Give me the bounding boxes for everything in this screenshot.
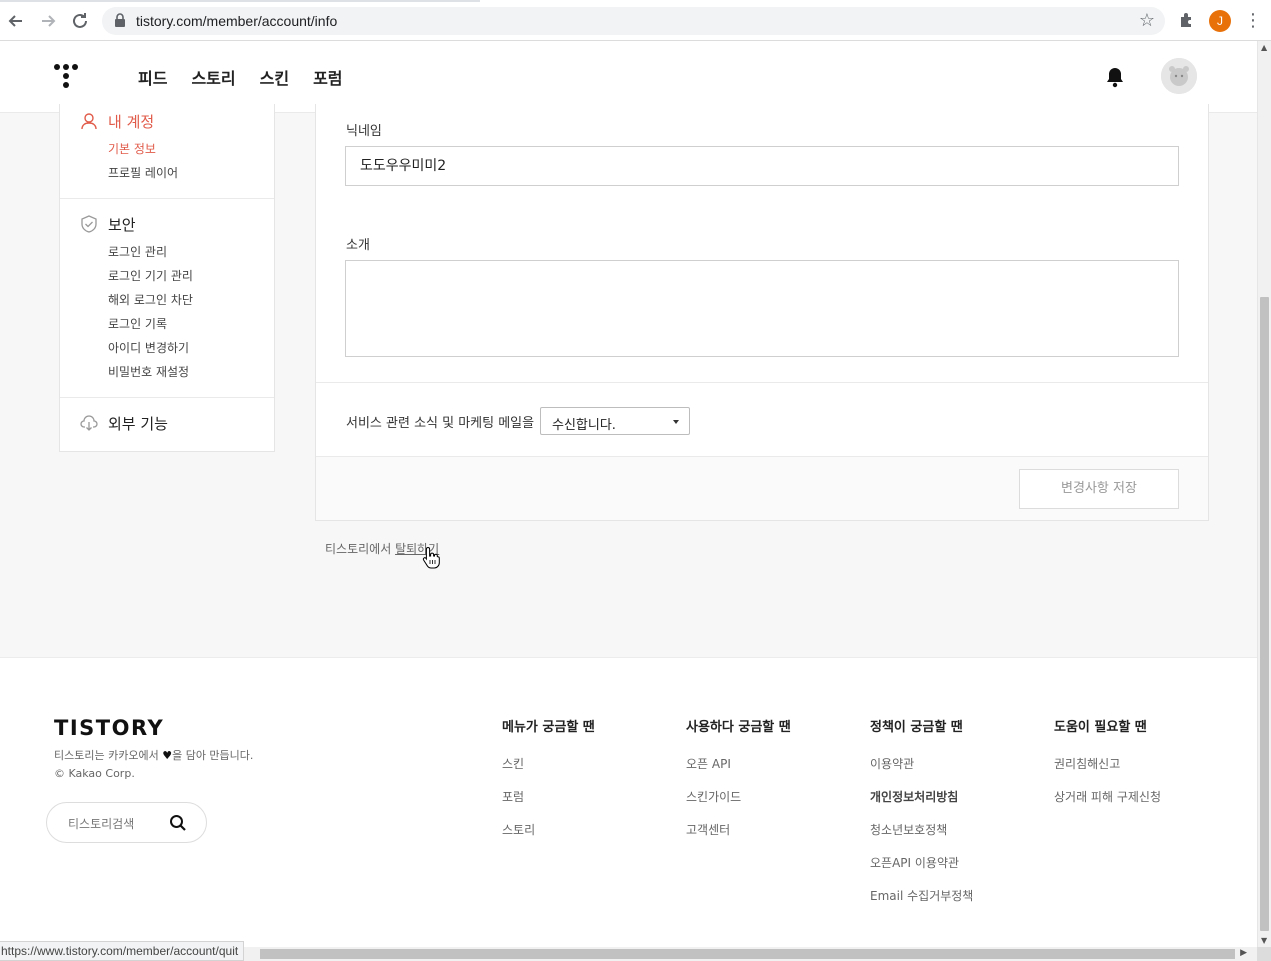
scroll-up-icon[interactable]: ▲ (1261, 43, 1267, 52)
footer-link-skin[interactable]: 스킨 (502, 755, 595, 772)
footer-link-terms[interactable]: 이용약관 (870, 755, 973, 772)
sidebar-title-security[interactable]: 보안 (108, 214, 136, 235)
user-avatar[interactable] (1161, 58, 1197, 94)
site-footer: TISTORY 티스토리는 카카오에서 ♥을 담아 만듭니다. © Kakao … (0, 657, 1257, 947)
lock-icon (115, 13, 125, 27)
sidebar-item-profile-layer[interactable]: 프로필 레이어 (108, 164, 178, 181)
browser-menu-icon[interactable]: ⋮ (1244, 10, 1262, 32)
scroll-right-icon[interactable]: ▶ (1240, 948, 1247, 958)
nav-story[interactable]: 스토리 (191, 65, 235, 89)
save-changes-button[interactable]: 변경사항 저장 (1019, 469, 1179, 509)
intro-label: 소개 (346, 238, 370, 253)
sidebar-item-login-manage[interactable]: 로그인 관리 (108, 243, 167, 260)
sidebar-group-account: 내 계정 기본 정보 프로필 레이어 (60, 104, 274, 199)
footer-link-skin-guide[interactable]: 스킨가이드 (686, 788, 791, 805)
sidebar-item-basic-info[interactable]: 기본 정보 (108, 140, 156, 157)
browser-profile-avatar[interactable]: J (1209, 10, 1231, 32)
footer-link-youth[interactable]: 청소년보호정책 (870, 821, 973, 838)
vertical-scrollbar[interactable]: ▲ ▼ (1257, 41, 1271, 947)
footer-col-help: 도움이 필요할 땐 권리침해신고 상거래 피해 구제신청 (1054, 720, 1161, 805)
footer-search[interactable]: 티스토리검색 (46, 802, 207, 843)
sidebar-item-reset-password[interactable]: 비밀번호 재설정 (108, 363, 189, 380)
footer-col-menu: 메뉴가 궁금할 땐 스킨 포럼 스토리 (502, 720, 595, 838)
extensions-puzzle-icon[interactable] (1178, 11, 1196, 29)
nickname-label: 닉네임 (346, 124, 382, 139)
user-icon (81, 113, 97, 130)
sidebar-title-external[interactable]: 외부 기능 (108, 413, 168, 434)
footer-link-commerce-relief[interactable]: 상거래 피해 구제신청 (1054, 788, 1161, 805)
hand-cursor-icon (422, 546, 440, 569)
footer-col-usage: 사용하다 궁금할 땐 오픈 API 스킨가이드 고객센터 (686, 720, 791, 838)
marketing-mail-label: 서비스 관련 소식 및 마케팅 메일을 (346, 416, 535, 431)
intro-textarea[interactable] (345, 260, 1179, 357)
tistory-logo-icon[interactable] (53, 63, 79, 91)
nav-feed[interactable]: 피드 (138, 65, 167, 89)
sidebar-group-external: 외부 기능 (60, 398, 274, 450)
quit-prefix: 티스토리에서 (325, 542, 396, 556)
shield-icon (81, 215, 97, 233)
footer-col-policy: 정책이 궁금할 땐 이용약관 개인정보처리방침 청소년보호정책 오픈API 이용… (870, 720, 974, 904)
forward-icon[interactable] (37, 10, 59, 32)
footer-link-api-terms[interactable]: 오픈API 이용약관 (870, 854, 973, 871)
browser-toolbar: tistory.com/member/account/info ☆ J ⋮ (0, 0, 1271, 41)
sidebar-item-login-devices[interactable]: 로그인 기기 관리 (108, 267, 193, 284)
footer-link-forum[interactable]: 포럼 (502, 788, 595, 805)
footer-link-open-api[interactable]: 오픈 API (686, 755, 791, 772)
address-bar[interactable]: tistory.com/member/account/info ☆ (102, 7, 1165, 35)
search-icon[interactable] (169, 814, 187, 832)
nav-skin[interactable]: 스킨 (260, 65, 289, 89)
footer-copyright: © Kakao Corp. (54, 767, 135, 780)
nickname-input[interactable]: 도도우우미미2 (345, 146, 1179, 186)
footer-description: 티스토리는 카카오에서 ♥을 담아 만듭니다. © Kakao Corp. (54, 749, 254, 780)
footer-logo[interactable]: TISTORY (54, 716, 164, 740)
horizontal-scroll-thumb[interactable] (260, 949, 1235, 959)
marketing-mail-selected: 수신합니다. (552, 418, 616, 433)
sidebar-item-overseas-block[interactable]: 해외 로그인 차단 (108, 291, 193, 308)
vertical-scroll-thumb[interactable] (1260, 297, 1269, 931)
reload-icon[interactable] (69, 10, 91, 32)
heart-icon: ♥ (162, 749, 173, 762)
footer-link-privacy[interactable]: 개인정보처리방침 (870, 788, 973, 805)
status-bar-url: https://www.tistory.com/member/account/q… (0, 941, 245, 961)
sidebar-group-security: 보안 로그인 관리 로그인 기기 관리 해외 로그인 차단 로그인 기록 아이디… (60, 199, 274, 398)
scroll-down-icon[interactable]: ▼ (1261, 936, 1267, 945)
marketing-mail-select[interactable]: 수신합니다. (540, 407, 690, 435)
account-info-form: 닉네임 도도우우미미2 소개 서비스 관련 소식 및 마케팅 메일을 수신합니다… (315, 104, 1209, 521)
footer-link-email-refuse[interactable]: Email 수집거부정책 (870, 887, 973, 904)
sidebar-item-change-id[interactable]: 아이디 변경하기 (108, 339, 189, 356)
sidebar-item-login-history[interactable]: 로그인 기록 (108, 315, 167, 332)
nav-forum[interactable]: 포럼 (313, 65, 342, 89)
back-icon[interactable] (5, 10, 27, 32)
cloud-download-icon (80, 415, 98, 431)
footer-search-input[interactable]: 티스토리검색 (68, 815, 134, 832)
footer-link-rights-report[interactable]: 권리침해신고 (1054, 755, 1161, 772)
chevron-down-icon (673, 420, 679, 424)
footer-link-story[interactable]: 스토리 (502, 821, 595, 838)
account-sidebar: 내 계정 기본 정보 프로필 레이어 보안 로그인 관리 로그인 기기 관리 해… (59, 104, 275, 452)
address-url: tistory.com/member/account/info (136, 13, 338, 29)
notification-bell-icon[interactable] (1104, 65, 1126, 89)
sidebar-title-account[interactable]: 내 계정 (108, 111, 154, 132)
bookmark-star-icon[interactable]: ☆ (1139, 10, 1155, 31)
form-footer: 변경사항 저장 (316, 456, 1208, 520)
footer-link-support[interactable]: 고객센터 (686, 821, 791, 838)
site-header: 피드 스토리 스킨 포럼 (0, 41, 1257, 113)
main-nav: 피드 스토리 스킨 포럼 (138, 65, 367, 89)
